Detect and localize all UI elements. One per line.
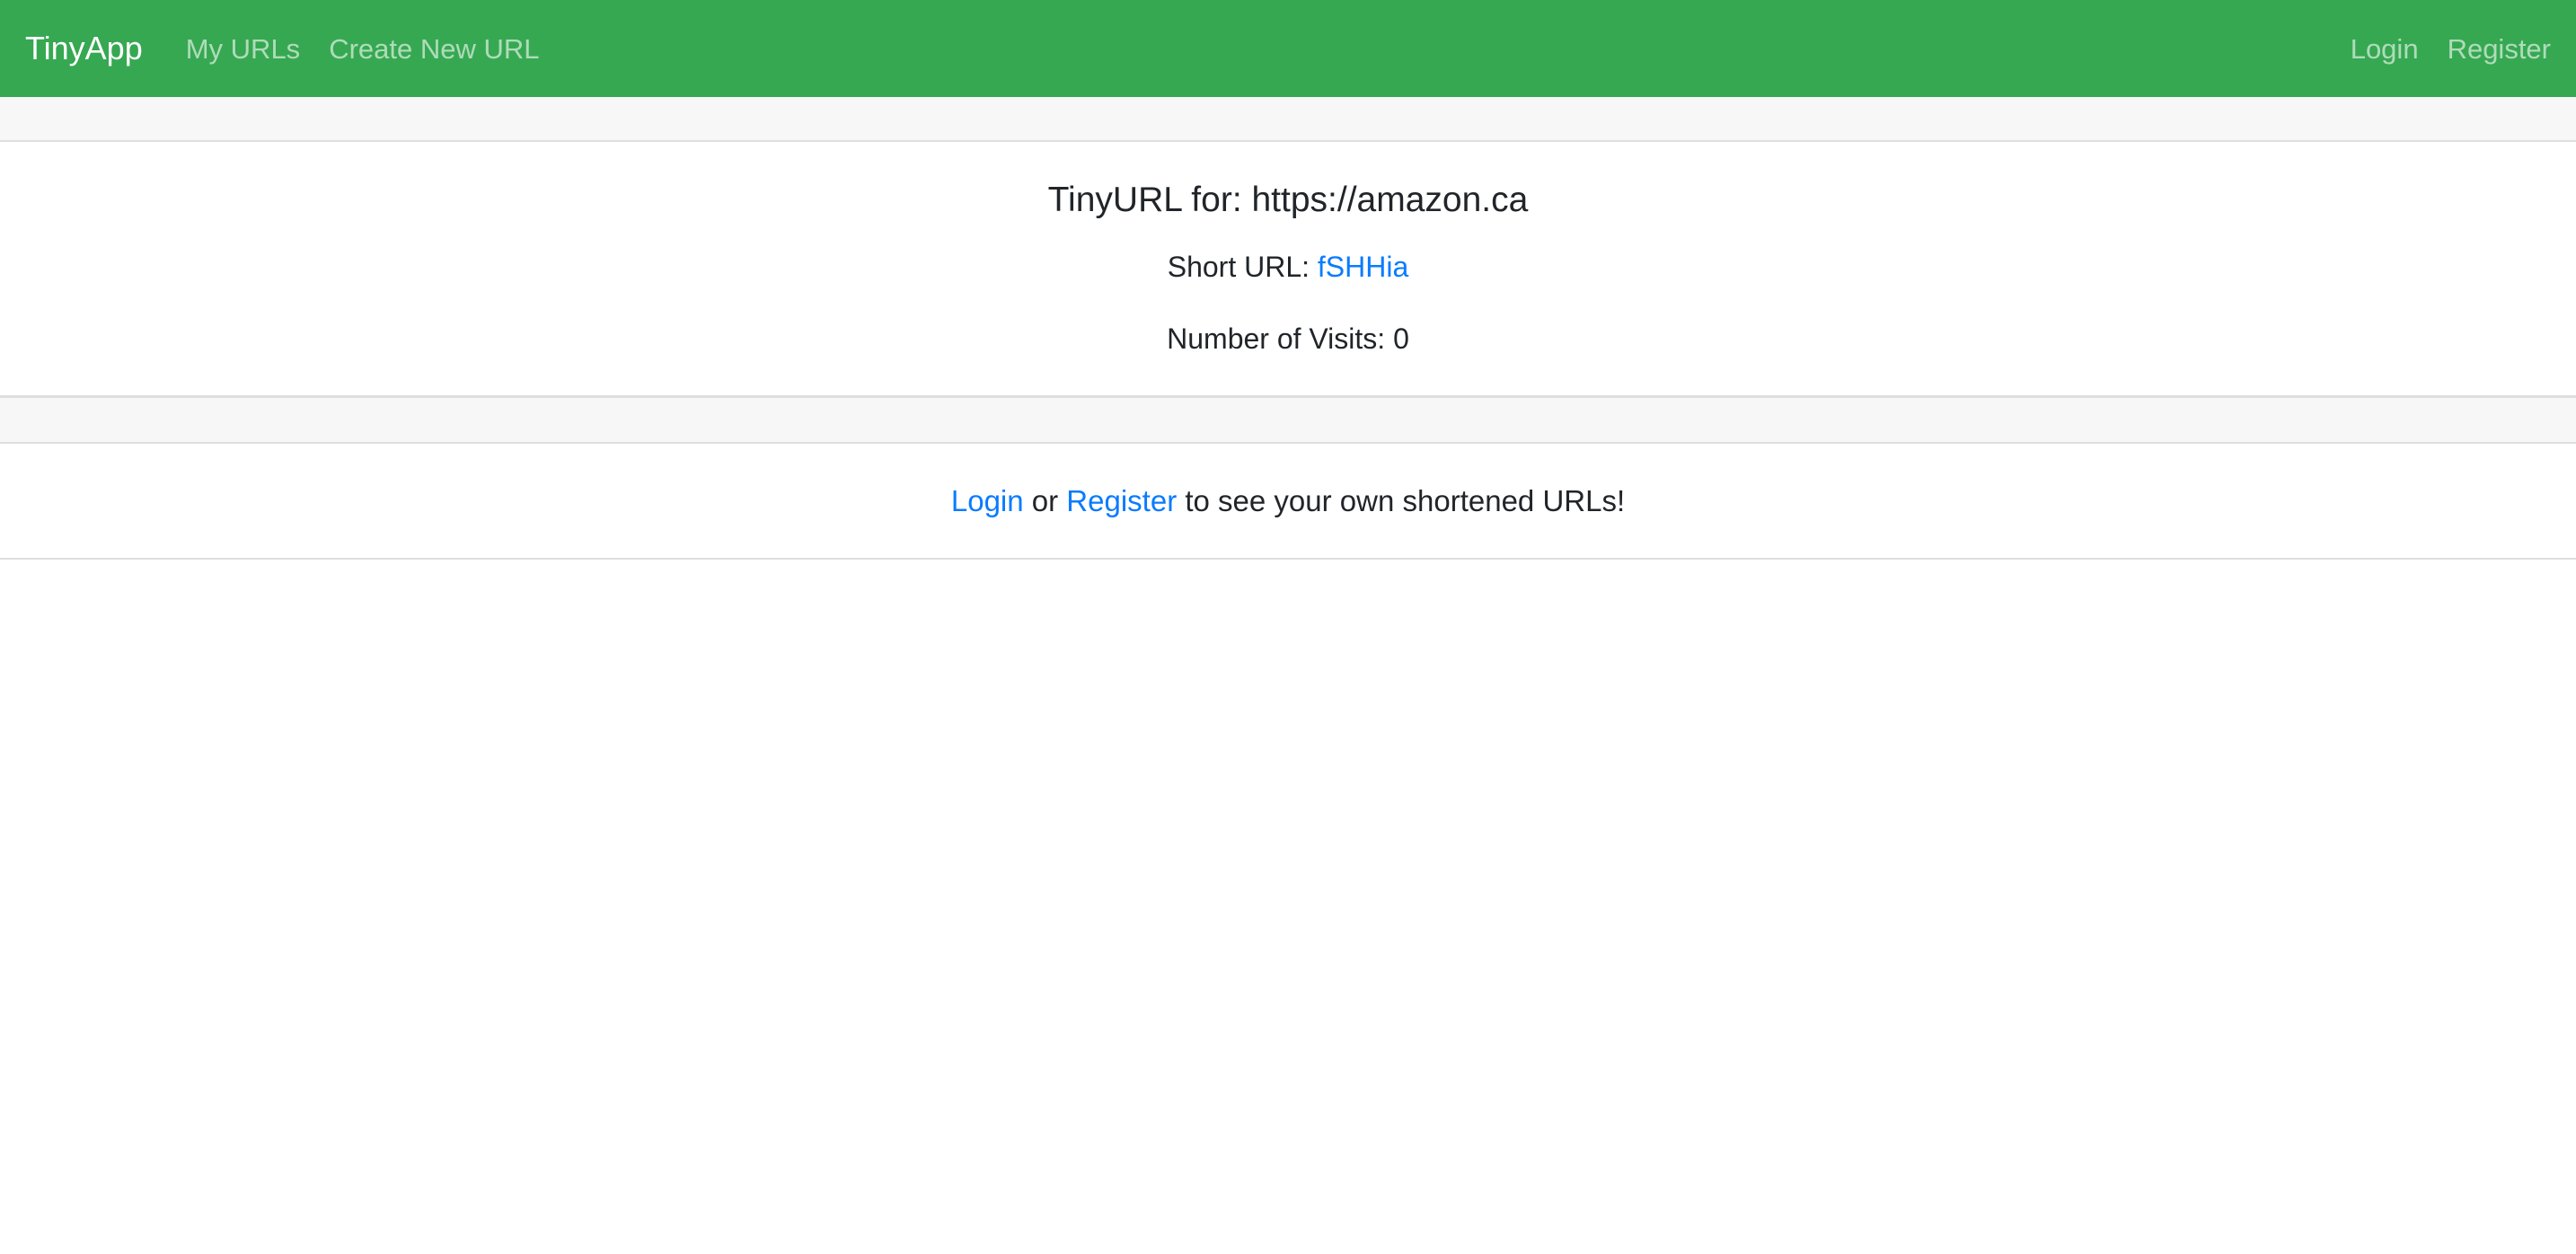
prompt-register-link[interactable]: Register bbox=[1066, 484, 1177, 517]
card-header bbox=[0, 97, 2576, 142]
url-card-body: TinyURL for: https://amazon.ca Short URL… bbox=[0, 142, 2576, 395]
visits-label: Number of Visits: bbox=[1167, 322, 1386, 355]
short-url-link[interactable]: fSHHia bbox=[1318, 251, 1408, 283]
prompt-suffix-text: to see your own shortened URLs! bbox=[1185, 484, 1626, 517]
prompt-login-link[interactable]: Login bbox=[951, 484, 1024, 517]
nav-register-link[interactable]: Register bbox=[2448, 35, 2551, 63]
prompt-or-text: or bbox=[1031, 484, 1059, 517]
nav-create-new-url-link[interactable]: Create New URL bbox=[329, 35, 539, 63]
login-prompt-section: Login or Register to see your own shorte… bbox=[0, 444, 2576, 560]
top-navbar: TinyApp My URLs Create New URL Login Reg… bbox=[0, 0, 2576, 97]
short-url-line: Short URL: fSHHia bbox=[0, 250, 2576, 284]
nav-login-link[interactable]: Login bbox=[2351, 35, 2419, 63]
visits-line: Number of Visits: 0 bbox=[0, 322, 2576, 356]
nav-left-group: My URLs Create New URL bbox=[186, 35, 540, 63]
nav-my-urls-link[interactable]: My URLs bbox=[186, 35, 300, 63]
short-url-label: Short URL: bbox=[1167, 251, 1310, 283]
brand-link[interactable]: TinyApp bbox=[25, 32, 143, 65]
card-footer bbox=[0, 395, 2576, 444]
nav-right-group: Login Register bbox=[2351, 35, 2551, 63]
card-title: TinyURL for: https://amazon.ca bbox=[1047, 181, 1529, 219]
visits-count: 0 bbox=[1393, 322, 1409, 355]
login-prompt-text: Login or Register to see your own shorte… bbox=[0, 483, 2576, 519]
